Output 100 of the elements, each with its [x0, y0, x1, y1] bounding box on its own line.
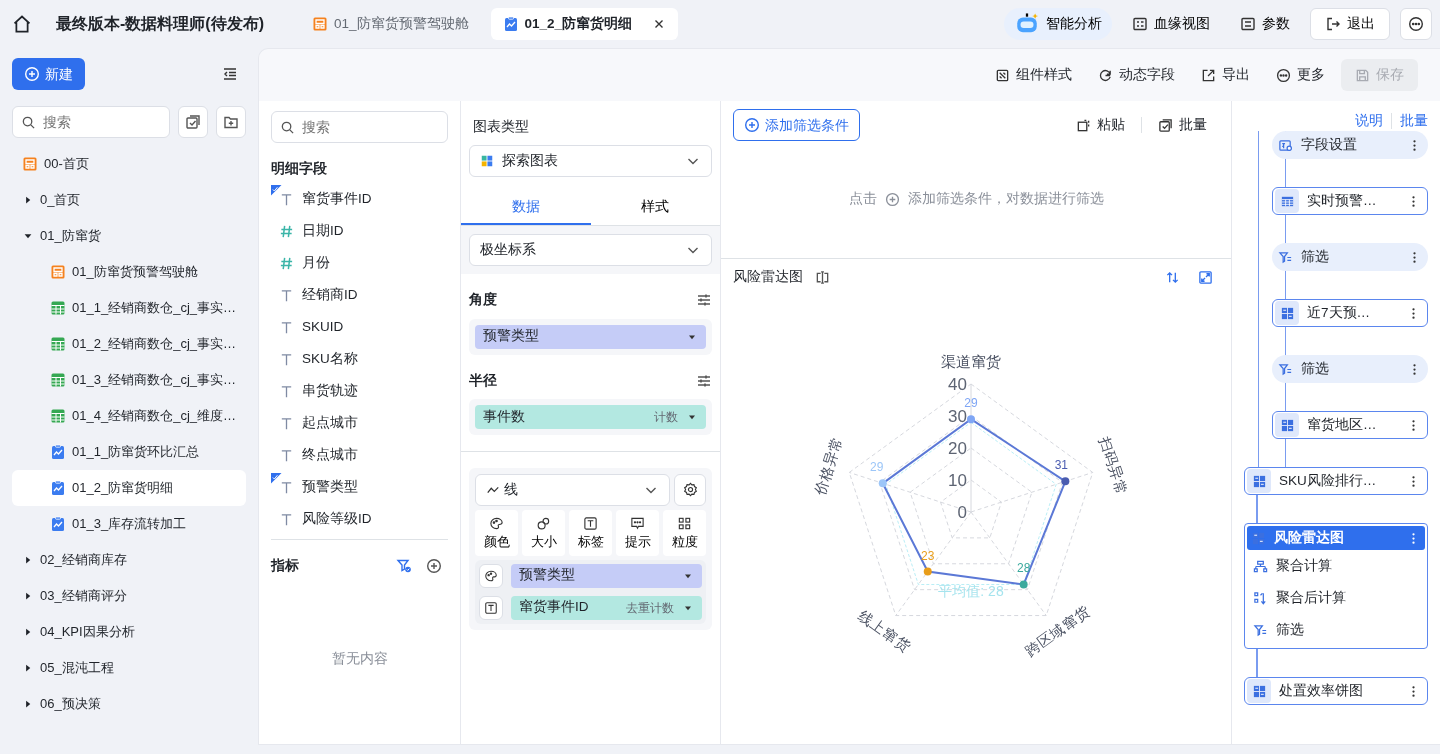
toolbar-button[interactable]: 血缘视图 [1122, 8, 1220, 40]
mark-channel-button[interactable]: 大小 [522, 509, 565, 556]
tree-item[interactable]: 01_3_库存流转加工 [12, 506, 246, 542]
field-item[interactable]: 起点城市 [271, 407, 448, 440]
channel-button[interactable] [479, 563, 503, 588]
tree-item[interactable]: 01_3_经销商数仓_cj_事实… [12, 362, 246, 398]
field-item[interactable]: 月份 [271, 247, 448, 280]
export-icon [1201, 67, 1216, 83]
flow-node[interactable]: 字段设置 [1272, 131, 1428, 160]
toolbar-button[interactable]: 智能分析 [1004, 8, 1112, 40]
search-field[interactable]: 搜索 [271, 111, 448, 143]
flow-node[interactable]: 近7天预… [1272, 299, 1428, 328]
add-icon[interactable] [426, 558, 442, 575]
tree-item[interactable]: 00-首页 [12, 146, 246, 182]
select-button[interactable] [178, 106, 208, 138]
section-title: 角度 [469, 291, 497, 310]
mark-type-select[interactable]: 线 [475, 473, 670, 506]
mark-channel-button[interactable]: 提示 [616, 509, 659, 556]
flow-node[interactable]: 筛选 [1272, 243, 1428, 272]
field-item[interactable]: 日期ID [271, 215, 448, 248]
filter-icon [1253, 622, 1268, 638]
edit-icon[interactable] [815, 269, 830, 285]
field-item[interactable]: 串货轨迹 [271, 375, 448, 408]
grid-icon [677, 515, 692, 531]
tree-item[interactable]: 05_混沌工程 [12, 650, 246, 686]
field-item[interactable]: 风险等级ID [271, 503, 448, 536]
tree-item[interactable]: 01_2_防窜货明细 [12, 470, 246, 506]
tree-item[interactable]: 01_4_经销商数仓_cj_维度… [12, 398, 246, 434]
flow-node[interactable]: 处置效率饼图 [1244, 677, 1428, 706]
flow-node[interactable]: 窜货地区… [1272, 411, 1428, 440]
tree-item[interactable]: 01_防窜货 [12, 218, 246, 254]
text-type-icon [279, 287, 294, 303]
new-folder-button[interactable] [216, 106, 246, 138]
tree-item[interactable]: 06_预决策 [12, 686, 246, 722]
flow-node[interactable]: 风险雷达图 [1247, 526, 1425, 551]
collapse-button[interactable] [222, 66, 238, 82]
field-pill[interactable]: 窜货事件ID 去重计数 [511, 595, 702, 620]
field-item[interactable]: 窜货事件ID [271, 183, 448, 216]
checkbox-icon [185, 114, 201, 130]
hint-text: 点击 [848, 190, 877, 209]
flow-node[interactable]: SKU风险排行… [1244, 467, 1428, 496]
field-pill[interactable]: 预警类型 [511, 563, 702, 588]
flow-step[interactable]: 筛选 [1247, 614, 1425, 647]
exit-button[interactable]: 退出 [1310, 8, 1390, 40]
home-button[interactable] [12, 14, 32, 34]
toolbar-button[interactable]: 粘贴 [1076, 109, 1125, 141]
settings-icon[interactable] [696, 292, 712, 309]
mark-channel-button[interactable]: 粒度 [663, 509, 706, 556]
mark-channel-button[interactable]: 标签 [569, 509, 612, 556]
expand-icon[interactable] [1198, 269, 1213, 285]
table-icon [50, 372, 66, 388]
chart-type-select[interactable]: 探索图表 [469, 145, 712, 178]
axis-label: 价格异常 [811, 435, 846, 497]
new-button[interactable]: 新建 [12, 58, 85, 90]
document-tab[interactable]: 01_防窜货预警驾驶舱 [300, 8, 481, 40]
flow-step[interactable]: 聚合计算 [1247, 550, 1425, 583]
tree-item[interactable]: 0_首页 [12, 182, 246, 218]
tree-item[interactable]: 01_2_经销商数仓_cj_事实… [12, 326, 246, 362]
tree-item[interactable]: 03_经销商评分 [12, 578, 246, 614]
swap-icon[interactable] [1165, 269, 1180, 285]
field-item[interactable]: 终点城市 [271, 439, 448, 472]
tree-item[interactable]: 04_KPI因果分析 [12, 614, 246, 650]
chart-icon [1279, 305, 1295, 321]
table-icon [50, 336, 66, 352]
settings-icon [1278, 137, 1293, 153]
field-item[interactable]: 经销商ID [271, 279, 448, 312]
mark-channel-button[interactable]: 颜色 [475, 509, 518, 556]
table-icon [50, 300, 66, 316]
toolbar-button[interactable]: 更多 [1266, 59, 1335, 91]
text-type-icon [279, 479, 294, 495]
flow-node[interactable]: 实时预警… [1272, 187, 1428, 216]
link[interactable]: 说明 [1355, 111, 1383, 132]
field-item[interactable]: SKUID [271, 311, 448, 344]
chart-type-icon [480, 154, 494, 169]
link[interactable]: 批量 [1400, 111, 1428, 132]
text-type-icon [279, 351, 294, 367]
toolbar-button[interactable]: 批量 [1158, 109, 1207, 141]
field-item[interactable]: SKU名称 [271, 343, 448, 376]
toolbar-button[interactable]: 组件样式 [985, 59, 1082, 91]
circles-icon [536, 515, 551, 531]
tree-item[interactable]: 02_经销商库存 [12, 542, 246, 578]
tree-item[interactable]: 01_防窜货预警驾驶舱 [12, 254, 246, 290]
tree-item[interactable]: 01_1_经销商数仓_cj_事实… [12, 290, 246, 326]
document-tab[interactable]: 01_2_防窜货明细 [490, 8, 679, 40]
toolbar-button[interactable]: 参数 [1230, 8, 1300, 40]
field-pill[interactable]: 预警类型 [475, 324, 706, 349]
add-filter-button[interactable]: 添加筛选条件 [733, 109, 860, 141]
toolbar-button[interactable]: 导出 [1191, 59, 1260, 91]
tree-item[interactable]: 01_1_防窜货环比汇总 [12, 434, 246, 470]
channel-button[interactable] [479, 595, 503, 620]
toolbar-button[interactable]: 动态字段 [1088, 59, 1185, 91]
flow-step[interactable]: 聚合后计算 [1247, 582, 1425, 615]
field-pill[interactable]: 事件数 计数 [475, 404, 706, 429]
more-button[interactable] [1400, 8, 1432, 40]
settings-button[interactable] [674, 473, 706, 506]
flow-node[interactable]: 筛选 [1272, 355, 1428, 384]
search-field[interactable]: 搜索 [12, 106, 170, 138]
coordinate-select[interactable]: 极坐标系 [469, 234, 712, 267]
field-item[interactable]: 预警类型 [271, 471, 448, 504]
filter-icon[interactable] [396, 558, 412, 575]
